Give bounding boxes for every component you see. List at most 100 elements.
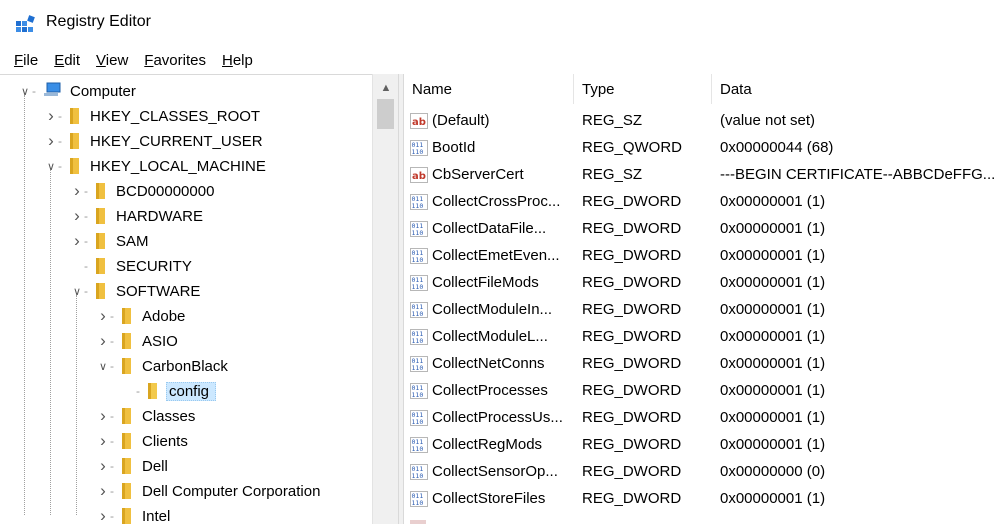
value-name-cell: 011 110 CollectStoreFiles (410, 485, 576, 512)
chevron-down-icon[interactable]: ∨ (44, 159, 58, 173)
chevron-right-icon[interactable]: › (96, 481, 110, 500)
tree-item[interactable]: › - ASIO (96, 329, 180, 353)
value-row[interactable]: 011 110 CollectProcessUs... REG_DWORD 0x0000… (404, 404, 998, 431)
folder-icon (94, 207, 108, 225)
tree-item[interactable]: › - BCD00000000 (70, 179, 216, 203)
chevron-down-icon[interactable]: ∨ (70, 284, 84, 298)
title-bar: Registry Editor (0, 0, 998, 46)
svg-text:110: 110 (412, 472, 424, 480)
value-name: CollectModuleIn... (432, 301, 553, 318)
tree-item[interactable]: ∨ - SOFTWARE (70, 279, 202, 303)
chevron-right-icon[interactable]: › (96, 456, 110, 475)
tree-item[interactable]: › - Clients (96, 429, 190, 453)
value-row[interactable]: 011 110 CollectFileMods REG_DWORD 0x00000001… (404, 269, 998, 296)
tree-item[interactable]: › - SAM (70, 229, 151, 253)
chevron-right-icon[interactable]: › (70, 181, 84, 200)
scroll-thumb[interactable] (377, 99, 394, 129)
value-row[interactable]: 011 110 CollectModuleIn... REG_DWORD 0x00000… (404, 296, 998, 323)
value-row[interactable]: 011 110 CollectNetConns REG_DWORD 0x00000001… (404, 350, 998, 377)
tree-item[interactable]: ∨ - Computer (18, 79, 138, 103)
binary-value-icon: 011 110 (410, 490, 428, 507)
value-name-cell: ab (Default) (410, 107, 576, 134)
chevron-right-icon[interactable]: › (44, 106, 58, 125)
tree-item[interactable]: ∨ - HKEY_LOCAL_MACHINE (44, 154, 268, 178)
tree-item[interactable]: › - HARDWARE (70, 204, 205, 228)
column-header-name[interactable]: Name (404, 74, 574, 104)
value-data: 0x00000001 (1) (720, 247, 826, 264)
values-list[interactable]: Name Type Data ab (Default) REG_SZ (value n… (404, 74, 998, 524)
binary-value-icon: 011 110 (410, 355, 428, 372)
binary-value-icon: 011 110 (410, 139, 428, 156)
menu-help[interactable]: Help (222, 52, 253, 69)
value-row[interactable]: 011 110 BootId REG_QWORD 0x00000044 (68) (404, 134, 998, 161)
folder-icon (120, 307, 134, 325)
value-row[interactable]: 011 110 CollectStoreFiles REG_DWORD 0x000000… (404, 485, 998, 512)
tree-connector: - (84, 284, 88, 298)
chevron-right-icon[interactable]: › (96, 306, 110, 325)
value-name: CbServerCert (432, 166, 524, 183)
value-data: 0x00000001 (1) (720, 328, 826, 345)
chevron-right-icon[interactable]: › (96, 431, 110, 450)
tree-item[interactable]: › - Adobe (96, 304, 187, 328)
binary-value-icon: 011 110 (410, 463, 428, 480)
chevron-right-icon[interactable]: › (44, 131, 58, 150)
menu-edit[interactable]: Edit (54, 52, 80, 69)
value-row[interactable]: ab (Default) REG_SZ (value not set) (404, 107, 998, 134)
tree-item[interactable]: › - Intel (96, 504, 172, 524)
menu-file[interactable]: File (14, 52, 38, 69)
value-type: REG_DWORD (582, 382, 682, 399)
tree-item[interactable]: - config (122, 379, 217, 403)
value-data: 0x00000001 (1) (720, 355, 826, 372)
value-row[interactable]: 011 110 CollectProcesses REG_DWORD 0x0000000… (404, 377, 998, 404)
value-row[interactable]: 011 110 CollectModuleL... REG_DWORD 0x000000… (404, 323, 998, 350)
chevron-right-icon[interactable]: › (70, 206, 84, 225)
column-header-type[interactable]: Type (574, 74, 712, 104)
svg-text:110: 110 (412, 148, 424, 156)
binary-value-icon: 011 110 (410, 409, 428, 426)
value-row[interactable]: ab CbServerCert REG_SZ ---BEGIN CERTIFICATE… (404, 161, 998, 188)
svg-text:ab: ab (412, 171, 426, 182)
value-name-cell: 011 110 CollectCrossProc... (410, 188, 576, 215)
menu-view[interactable]: View (96, 52, 128, 69)
tree-item[interactable]: › - HKEY_CURRENT_USER (44, 129, 265, 153)
scroll-up-icon[interactable]: ▲ (373, 82, 399, 96)
chevron-right-icon[interactable]: › (70, 231, 84, 250)
value-name: CollectProcessUs... (432, 409, 563, 426)
value-name-cell: 011 110 CollectDataFile... (410, 215, 576, 242)
chevron-right-icon[interactable]: › (96, 506, 110, 524)
value-data: 0x00000001 (1) (720, 436, 826, 453)
tree-item-label: Classes (142, 407, 196, 425)
svg-text:110: 110 (412, 310, 424, 318)
value-type: REG_DWORD (582, 490, 682, 507)
tree-item[interactable]: › - Dell (96, 454, 170, 478)
menu-favorites[interactable]: Favorites (144, 52, 206, 69)
chevron-right-icon[interactable]: › (96, 406, 110, 425)
tree-item[interactable]: ∨ - CarbonBlack (96, 354, 230, 378)
value-type: REG_DWORD (582, 409, 682, 426)
tree-item[interactable]: › - HKEY_CLASSES_ROOT (44, 104, 262, 128)
computer-icon (42, 82, 62, 100)
tree-item[interactable]: › - Classes (96, 404, 197, 428)
value-row[interactable]: 011 110 CollectSensorOp... REG_DWORD 0x00000… (404, 458, 998, 485)
tree-item-label: Intel (142, 507, 171, 524)
tree-item[interactable]: - SECURITY (70, 254, 194, 278)
value-name-cell: 011 110 CollectModuleL... (410, 323, 576, 350)
folder-icon (120, 457, 134, 475)
value-row[interactable]: 011 110 CollectEmetEven... REG_DWORD 0x00000… (404, 242, 998, 269)
tree-connector: - (110, 459, 114, 473)
binary-value-icon: 011 110 (410, 193, 428, 210)
tree-item[interactable]: › - Dell Computer Corporation (96, 479, 322, 503)
binary-value-icon: 011 110 (410, 328, 428, 345)
key-tree[interactable]: ∨ - Computer › - HKEY_CLASSES_ROOT › - HKEY_CURR… (0, 74, 398, 524)
tree-scrollbar[interactable]: ▲ (372, 74, 398, 524)
value-row[interactable]: 011 110 CollectRegMods REG_DWORD 0x00000001 … (404, 431, 998, 458)
value-row[interactable]: 011 110 CollectCrossProc... REG_DWORD 0x0000… (404, 188, 998, 215)
column-header-data[interactable]: Data (712, 74, 998, 104)
value-row[interactable]: 011 110 CollectDataFile... REG_DWORD 0x00000… (404, 215, 998, 242)
chevron-down-icon[interactable]: ∨ (18, 84, 32, 98)
chevron-down-icon[interactable]: ∨ (96, 359, 110, 373)
value-name: CollectEmetEven... (432, 247, 560, 264)
value-name-cell: 011 110 BootId (410, 134, 576, 161)
string-value-icon: ab (410, 112, 428, 129)
chevron-right-icon[interactable]: › (96, 331, 110, 350)
